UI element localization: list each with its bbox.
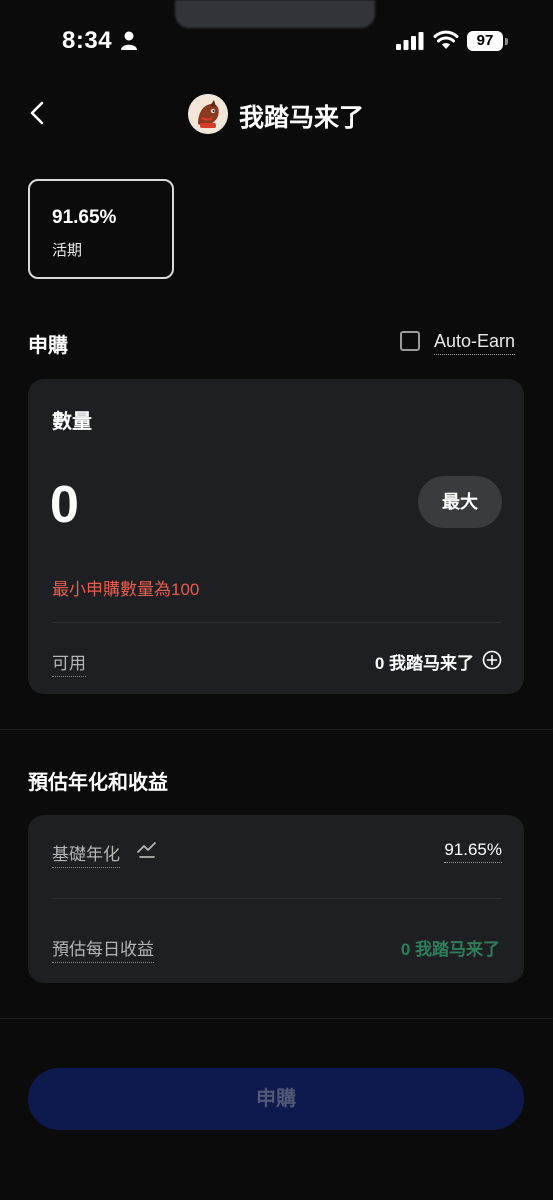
- rate-option-card[interactable]: 91.65% 活期: [28, 179, 174, 279]
- dynamic-island: [175, 0, 375, 28]
- cellular-signal-icon: [396, 32, 424, 50]
- apr-trend-icon[interactable]: [136, 840, 158, 860]
- horse-mascot-icon: [188, 94, 228, 134]
- wifi-icon: [433, 30, 459, 49]
- subscribe-button[interactable]: 申購: [28, 1068, 524, 1130]
- amount-card: 數量 0 最大 最小申購數量為100 可用 0 我踏马来了: [28, 379, 524, 694]
- battery-tip: [505, 38, 508, 45]
- status-time: 8:34: [62, 27, 113, 54]
- back-button[interactable]: [26, 98, 50, 128]
- section-divider: [0, 729, 553, 730]
- daily-earnings-label[interactable]: 預估每日收益: [52, 935, 154, 963]
- max-button[interactable]: 最大: [418, 476, 502, 528]
- person-icon: [121, 31, 137, 50]
- estimate-card: 基礎年化 91.65% 預估每日收益 0 我踏马来了: [28, 815, 524, 983]
- page-title: 我踏马来了: [239, 104, 365, 132]
- estimate-section-title: 預估年化和收益: [28, 772, 168, 794]
- quantity-label: 數量: [52, 411, 92, 433]
- card-divider: [52, 622, 502, 623]
- min-amount-warning: 最小申購數量為100: [52, 580, 200, 599]
- rate-term-label: 活期: [52, 242, 83, 259]
- daily-earnings-value: 0 我踏马来了: [400, 940, 500, 959]
- card-divider: [52, 898, 502, 899]
- battery-indicator: 97: [467, 31, 503, 51]
- section-divider: [0, 1018, 553, 1019]
- rate-value: 91.65%: [52, 207, 117, 228]
- base-apr-value[interactable]: 91.65%: [444, 840, 502, 863]
- status-bar: 8:34 97: [0, 0, 553, 80]
- token-logo: [188, 94, 228, 134]
- subscribe-section-title: 申購: [28, 335, 68, 357]
- add-circle-icon[interactable]: [482, 650, 502, 670]
- base-apr-label[interactable]: 基礎年化: [52, 840, 120, 868]
- available-value: 0 我踏马来了: [374, 654, 474, 673]
- auto-earn-label[interactable]: Auto-Earn: [434, 331, 516, 355]
- available-label[interactable]: 可用: [52, 649, 86, 677]
- quantity-input[interactable]: 0: [50, 475, 79, 535]
- auto-earn-checkbox[interactable]: [400, 331, 420, 351]
